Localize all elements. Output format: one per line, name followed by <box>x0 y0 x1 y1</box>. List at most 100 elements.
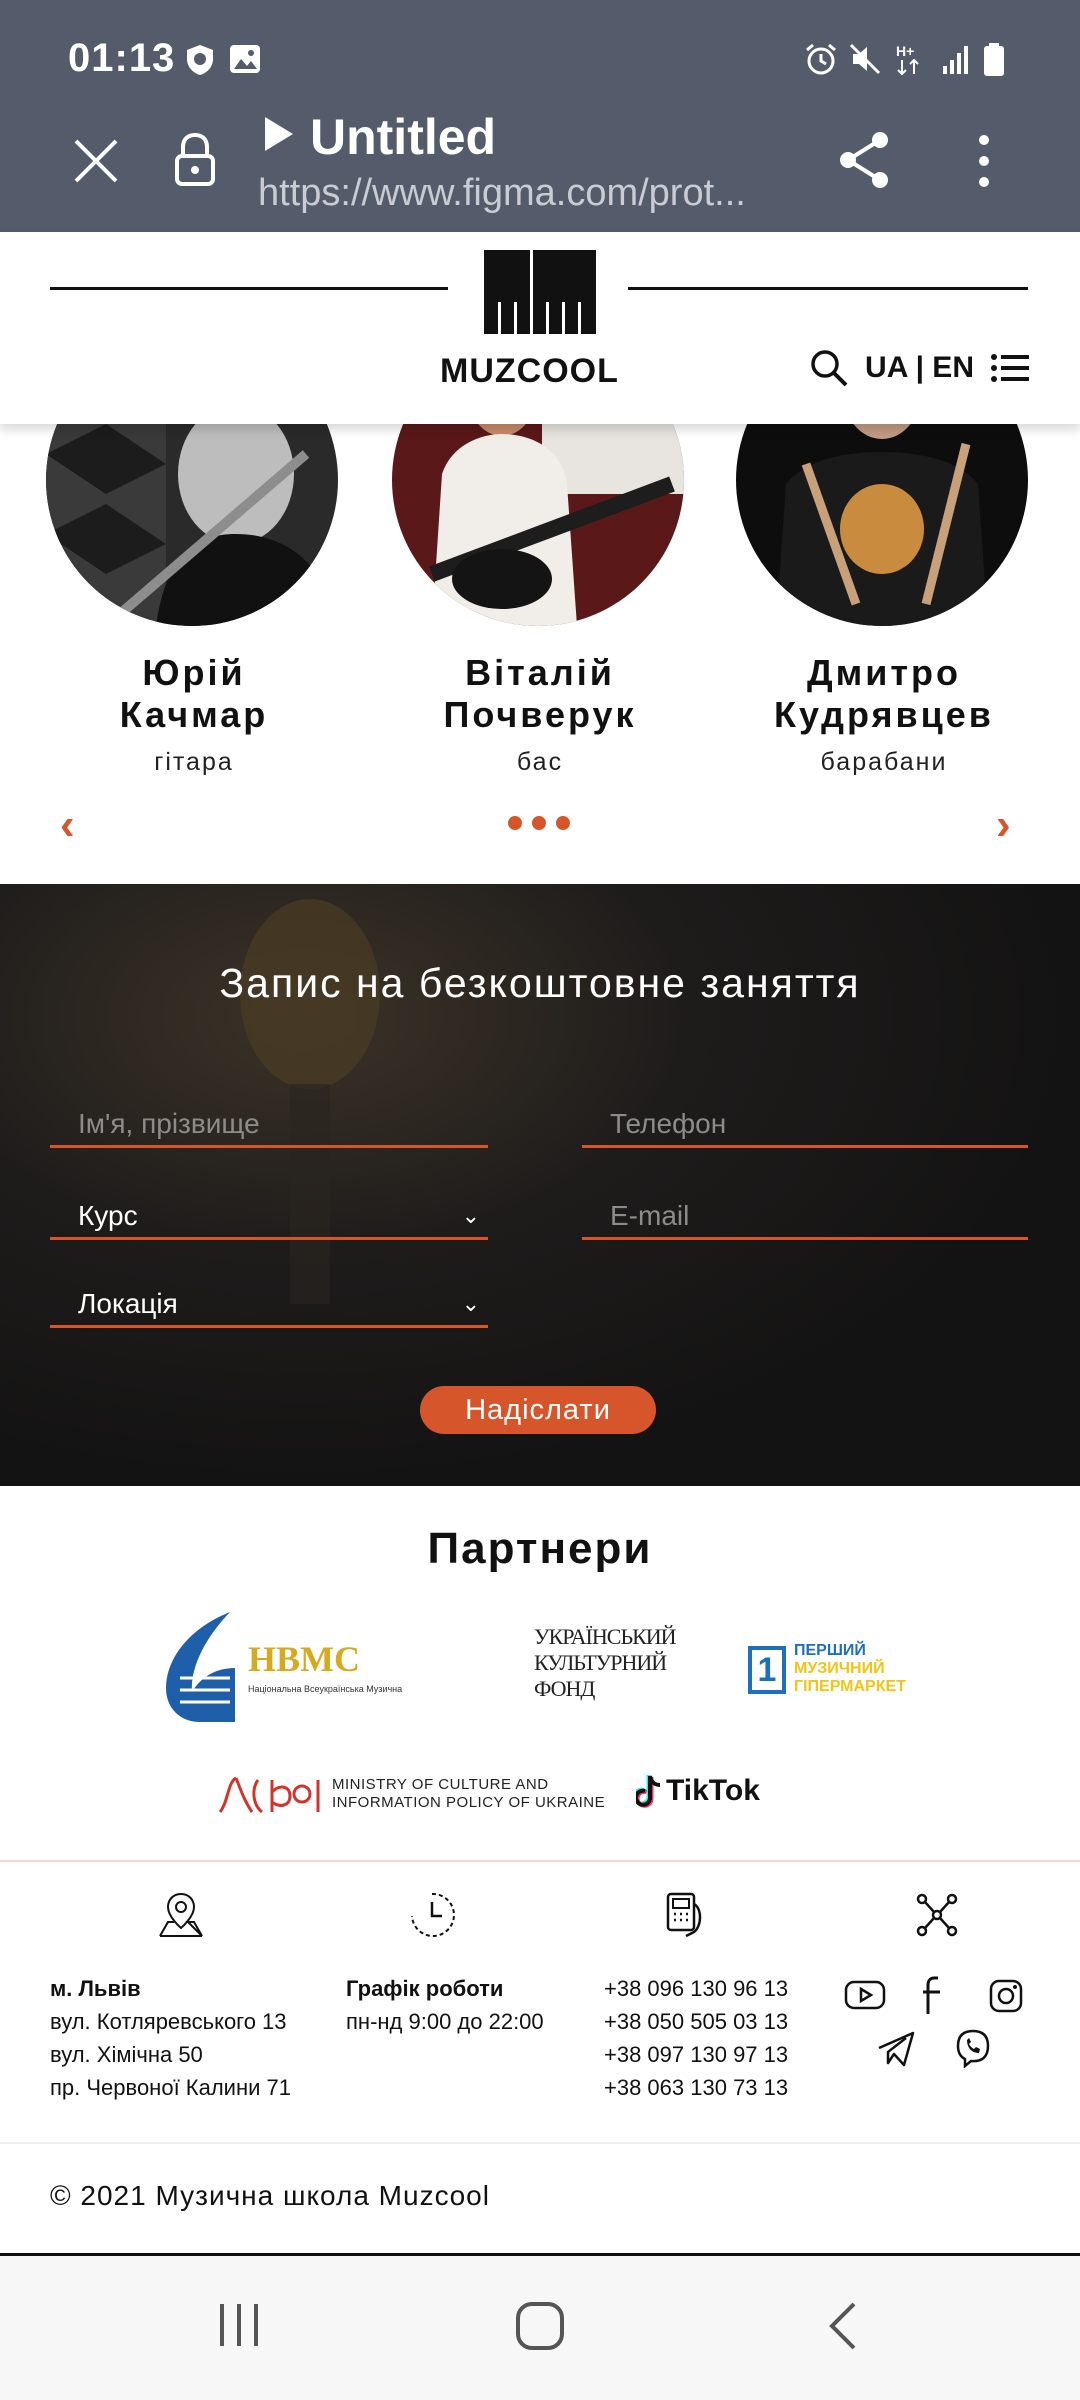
schedule-title: Графік роботи <box>346 1976 504 2001</box>
logo-wordmark[interactable]: MUZCOOL <box>440 352 619 391</box>
menu-list-icon[interactable] <box>990 352 1030 384</box>
address-line: вул. Хімічна 50 <box>50 2042 203 2067</box>
mute-icon <box>849 43 881 75</box>
site-header: MUZCOOL UA | EN <box>0 232 1080 424</box>
nvms-subtitle: Національна Всеукраїнська Музична <box>248 1684 403 1694</box>
location-select-value: Локація <box>78 1288 178 1319</box>
telegram-icon[interactable] <box>876 2030 916 2068</box>
youtube-icon[interactable] <box>844 1978 886 2012</box>
url-text[interactable]: https://www.figma.com/prot... <box>258 172 798 215</box>
chevron-down-icon: ⌄ <box>461 1291 480 1316</box>
mcip-emblem-icon <box>218 1776 320 1814</box>
teacher-instrument: бас <box>516 748 564 776</box>
alarm-icon <box>806 43 836 75</box>
pmg-line: ПЕРШИЙ <box>794 1642 866 1659</box>
facebook-icon[interactable] <box>920 1974 946 2016</box>
location-select[interactable]: Локація ⌄ <box>50 1284 488 1328</box>
status-time: 01:13 <box>68 36 176 80</box>
phone-link[interactable]: +38 063 130 73 13 <box>604 2075 788 2100</box>
clock-icon <box>411 1892 455 1937</box>
carousel-next-button[interactable]: › <box>996 800 1011 850</box>
address-line: вул. Котляревського 13 <box>50 2009 287 2034</box>
home-icon[interactable] <box>514 2300 566 2352</box>
partner-logo-tiktok[interactable]: TikTok <box>636 1770 776 1814</box>
tiktok-note-icon <box>636 1775 661 1808</box>
copyright-bar: © 2021 Музична школа Muzcool <box>0 2144 1080 2256</box>
network-type-icon: H+ <box>896 43 919 76</box>
pmg-line: МУЗИЧНИЙ <box>794 1660 885 1677</box>
instagram-icon[interactable] <box>988 1978 1024 2014</box>
partner-logo-nvms[interactable]: НВМС Національна Всеукраїнська Музична <box>160 1608 440 1726</box>
ucf-line: УКРАЇНСЬКИЙ <box>534 1624 677 1649</box>
carousel-prev-button[interactable]: ‹ <box>60 800 75 850</box>
teacher-photo <box>46 424 338 626</box>
close-icon[interactable] <box>70 135 122 187</box>
address-city: м. Львів <box>50 1976 141 2001</box>
phone-link[interactable]: +38 096 130 96 13 <box>604 1976 788 2001</box>
ucf-line: ФОНД <box>534 1676 595 1701</box>
teacher-instrument: барабани <box>820 748 948 776</box>
partners-title: Партнери <box>427 1524 653 1573</box>
nvms-emblem-icon <box>166 1612 235 1722</box>
teacher-last-name: Качмар <box>119 694 269 735</box>
header-divider-left <box>50 287 448 290</box>
phones-column: +38 096 130 96 13 +38 050 505 03 13 +38 … <box>604 1972 788 2104</box>
image-notification-icon <box>230 45 260 73</box>
teachers-carousel: ЮрійКачмар гітара ВіталійПочверук бас <box>0 424 1080 884</box>
mcip-line: INFORMATION POLICY OF UKRAINE <box>332 1794 606 1811</box>
chevron-down-icon: ⌄ <box>461 1203 480 1228</box>
partner-logo-first-music-hypermarket[interactable]: 1 ПЕРШИЙ МУЗИЧНИЙ ГІПЕРМАРКЕТ <box>748 1642 928 1702</box>
carousel-pagination[interactable] <box>508 816 570 830</box>
piano-keys-logo-icon[interactable] <box>482 248 598 336</box>
nvms-abbr: НВМС <box>248 1639 360 1679</box>
battery-icon <box>984 43 1004 76</box>
viber-icon[interactable] <box>954 2028 992 2068</box>
shield-notification-icon <box>187 45 213 75</box>
schedule-value: пн-нд 9:00 до 22:00 <box>346 2009 544 2034</box>
back-icon[interactable] <box>824 2300 864 2352</box>
copyright-text: © 2021 Музична школа Muzcool <box>50 2180 490 2211</box>
name-input[interactable]: Ім'я, прізвище <box>50 1104 488 1148</box>
recent-apps-icon[interactable] <box>214 2300 264 2350</box>
status-bar: 01:13 H+ <box>0 0 1080 120</box>
page-title: Untitled <box>310 109 497 165</box>
course-select-value: Курс <box>78 1200 138 1231</box>
signal-icon <box>943 46 968 74</box>
course-select[interactable]: Курс ⌄ <box>50 1196 488 1240</box>
partner-logo-ucf[interactable]: УКРАЇНСЬКИЙ КУЛЬТУРНИЙ ФОНД <box>534 1624 677 1714</box>
language-switch[interactable]: UA | EN <box>865 351 974 385</box>
ucf-line: КУЛЬТУРНИЙ <box>534 1650 667 1675</box>
play-icon <box>265 117 293 151</box>
tiktok-wordmark: TikTok <box>666 1774 760 1807</box>
form-title: Запис на безкоштовне заняття <box>219 960 861 1006</box>
teacher-instrument: гітара <box>154 748 234 776</box>
pmg-line: ГІПЕРМАРКЕТ <box>794 1678 906 1695</box>
email-input[interactable]: E-mail <box>582 1196 1028 1240</box>
site-footer: м. Львів вул. Котляревського 13 вул. Хім… <box>0 1862 1080 2144</box>
map-pin-icon <box>159 1892 203 1937</box>
share-icon[interactable] <box>834 128 894 192</box>
svg-text:H+: H+ <box>896 43 914 59</box>
phone-device-icon <box>666 1892 702 1938</box>
mcip-line: MINISTRY OF CULTURE AND <box>332 1776 549 1793</box>
pmg-text: ПЕРШИЙ МУЗИЧНИЙ ГІПЕРМАРКЕТ <box>794 1642 906 1696</box>
teacher-photo <box>736 424 1028 626</box>
partner-logo-ministry-of-culture[interactable]: MINISTRY OF CULTURE AND INFORMATION POLI… <box>214 1768 614 1818</box>
browser-toolbar: Untitled https://www.figma.com/prot... <box>0 109 1080 232</box>
teacher-first-name: Юрій <box>142 652 246 693</box>
phone-input[interactable]: Телефон <box>582 1104 1028 1148</box>
more-options-icon[interactable] <box>974 132 994 190</box>
teacher-photo <box>392 424 684 626</box>
teacher-first-name: Дмитро <box>806 652 962 693</box>
phone-link[interactable]: +38 097 130 97 13 <box>604 2042 788 2067</box>
search-icon[interactable] <box>809 348 849 388</box>
teacher-first-name: Віталій <box>465 652 615 693</box>
network-social-icon <box>916 1893 958 1937</box>
teacher-last-name: Почверук <box>443 694 637 735</box>
address-column: м. Львів вул. Котляревського 13 вул. Хім… <box>50 1972 291 2104</box>
system-navigation-bar <box>0 2256 1080 2400</box>
phone-link[interactable]: +38 050 505 03 13 <box>604 2009 788 2034</box>
schedule-column: Графік роботи пн-нд 9:00 до 22:00 <box>346 1972 544 2038</box>
submit-button[interactable]: Надіслати <box>420 1386 656 1434</box>
mcip-text: MINISTRY OF CULTURE AND INFORMATION POLI… <box>332 1776 605 1812</box>
